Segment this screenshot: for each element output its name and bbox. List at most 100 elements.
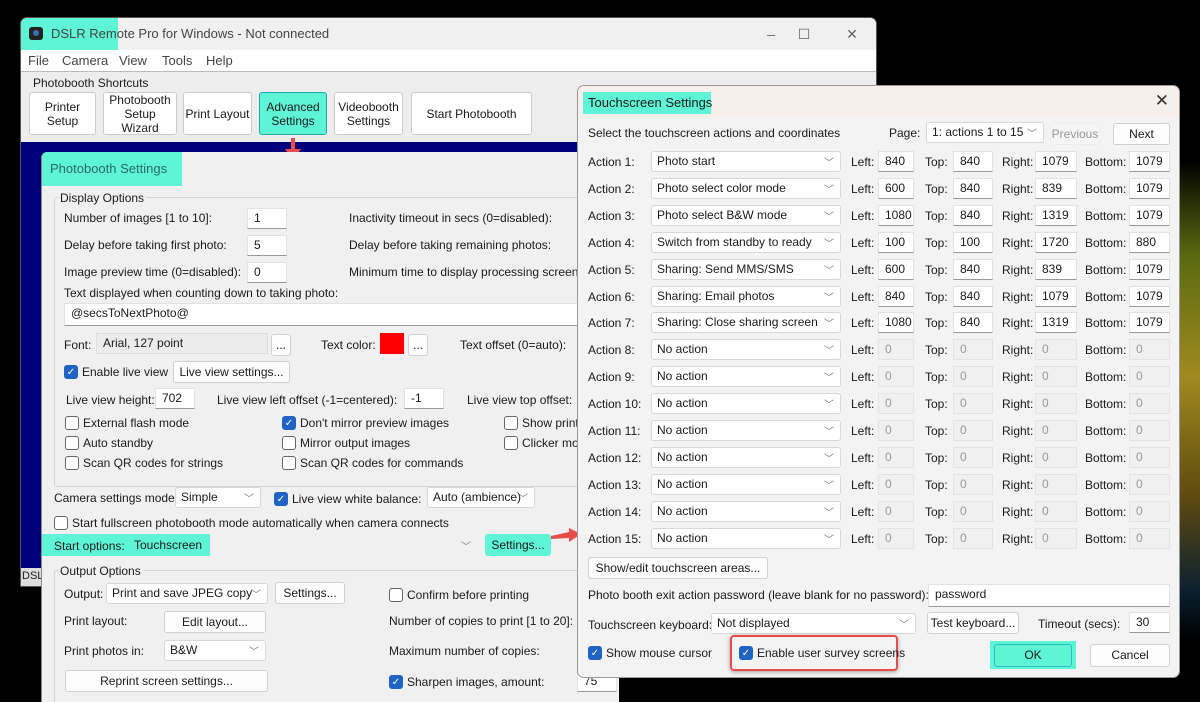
action-dropdown[interactable]: No action ﹀ xyxy=(651,473,841,495)
output-settings-button[interactable]: Settings... xyxy=(275,582,345,604)
start-photobooth-button[interactable]: Start Photobooth xyxy=(411,92,532,135)
left-input[interactable]: 0 xyxy=(878,339,914,361)
bottom-input[interactable]: 1079 xyxy=(1129,258,1170,280)
live-view-settings-button[interactable]: Live view settings... xyxy=(173,361,290,383)
camera-settings-mode-dropdown[interactable]: Simple ﹀ xyxy=(175,487,261,508)
action-dropdown[interactable]: Sharing: Email photos ﹀ xyxy=(651,285,841,307)
bottom-input[interactable]: 0 xyxy=(1129,446,1170,468)
action-dropdown[interactable]: Photo select color mode ﹀ xyxy=(651,177,841,199)
previous-button[interactable]: Previous xyxy=(1050,123,1100,145)
right-input[interactable]: 1079 xyxy=(1035,151,1077,172)
output-dropdown[interactable]: Print and save JPEG copy ﹀ xyxy=(106,583,268,604)
action-dropdown[interactable]: Photo start ﹀ xyxy=(651,151,841,172)
bottom-input[interactable]: 0 xyxy=(1129,420,1170,441)
top-input[interactable]: 0 xyxy=(953,527,993,549)
menu-view[interactable]: View xyxy=(119,53,147,68)
bottom-input[interactable]: 0 xyxy=(1129,339,1170,361)
bottom-input[interactable]: 0 xyxy=(1129,366,1170,388)
left-input[interactable]: 0 xyxy=(878,527,914,549)
page-dropdown[interactable]: 1: actions 1 to 15 ﹀ xyxy=(926,122,1044,143)
top-input[interactable]: 0 xyxy=(953,339,993,361)
bottom-input[interactable]: 1079 xyxy=(1129,177,1170,199)
right-input[interactable]: 839 xyxy=(1035,177,1077,199)
top-input[interactable]: 100 xyxy=(953,231,993,253)
dont-mirror-preview-checkbox[interactable]: ✓ Don't mirror preview images xyxy=(282,416,449,430)
right-input[interactable]: 0 xyxy=(1035,446,1077,468)
start-options-dropdown[interactable]: Touchscreen ﹀ xyxy=(128,535,478,556)
bottom-input[interactable]: 880 xyxy=(1129,231,1170,253)
confirm-printing-checkbox[interactable]: Confirm before printing xyxy=(389,588,529,602)
print-photos-dropdown[interactable]: B&W ﹀ xyxy=(164,640,266,661)
top-input[interactable]: 0 xyxy=(953,366,993,388)
action-dropdown[interactable]: No action ﹀ xyxy=(651,420,841,441)
clicker-mode-checkbox[interactable]: Clicker mod xyxy=(504,436,585,450)
top-input[interactable]: 840 xyxy=(953,204,993,226)
bottom-input[interactable]: 1079 xyxy=(1129,312,1170,334)
right-input[interactable]: 1319 xyxy=(1035,312,1077,334)
left-input[interactable]: 1080 xyxy=(878,312,914,334)
right-input[interactable]: 0 xyxy=(1035,473,1077,495)
sharpen-images-checkbox[interactable]: ✓ Sharpen images, amount: xyxy=(389,675,544,689)
action-dropdown[interactable]: No action ﹀ xyxy=(651,393,841,415)
left-input[interactable]: 600 xyxy=(878,177,914,199)
bottom-input[interactable]: 0 xyxy=(1129,527,1170,549)
password-input[interactable]: password xyxy=(928,584,1170,607)
action-dropdown[interactable]: No action ﹀ xyxy=(651,366,841,388)
menu-file[interactable]: File xyxy=(28,53,49,68)
test-keyboard-button[interactable]: Test keyboard... xyxy=(927,612,1019,634)
action-dropdown[interactable]: Photo select B&W mode ﹀ xyxy=(651,204,841,226)
live-view-left-input[interactable]: -1 xyxy=(404,388,444,409)
videobooth-settings-button[interactable]: Videobooth Settings xyxy=(334,92,403,135)
mirror-output-checkbox[interactable]: Mirror output images xyxy=(282,436,410,450)
text-color-swatch[interactable] xyxy=(380,333,404,354)
left-input[interactable]: 840 xyxy=(878,285,914,307)
bottom-input[interactable]: 0 xyxy=(1129,473,1170,495)
left-input[interactable]: 0 xyxy=(878,473,914,495)
left-input[interactable]: 0 xyxy=(878,366,914,388)
action-dropdown[interactable]: Switch from standby to ready ﹀ xyxy=(651,231,841,253)
color-picker-button[interactable]: ... xyxy=(408,334,428,356)
minimize-button[interactable]: – xyxy=(756,24,786,44)
bottom-input[interactable]: 0 xyxy=(1129,393,1170,415)
bottom-input[interactable]: 0 xyxy=(1129,500,1170,522)
action-dropdown[interactable]: No action ﹀ xyxy=(651,446,841,468)
top-input[interactable]: 0 xyxy=(953,500,993,522)
reprint-screen-settings-button[interactable]: Reprint screen settings... xyxy=(65,670,268,692)
right-input[interactable]: 839 xyxy=(1035,258,1077,280)
printer-setup-button[interactable]: Printer Setup xyxy=(29,92,96,135)
top-input[interactable]: 840 xyxy=(953,177,993,199)
top-input[interactable]: 840 xyxy=(953,285,993,307)
left-input[interactable]: 100 xyxy=(878,231,914,253)
start-fullscreen-checkbox[interactable]: Start fullscreen photobooth mode automat… xyxy=(54,516,449,530)
next-button[interactable]: Next xyxy=(1113,123,1170,145)
countdown-text-input[interactable]: @secsToNextPhoto@ xyxy=(64,303,619,326)
live-view-wb-dropdown[interactable]: Auto (ambience) ﹀ xyxy=(427,487,535,508)
right-input[interactable]: 0 xyxy=(1035,500,1077,522)
enable-live-view-checkbox[interactable]: ✓ Enable live view xyxy=(64,365,168,379)
auto-standby-checkbox[interactable]: Auto standby xyxy=(65,436,153,450)
ok-button[interactable]: OK xyxy=(994,644,1072,667)
close-button[interactable]: ✕ xyxy=(837,24,867,44)
live-view-wb-checkbox[interactable]: ✓ Live view white balance: xyxy=(274,492,421,506)
cancel-button[interactable]: Cancel xyxy=(1090,644,1170,667)
close-icon[interactable]: ✕ xyxy=(1155,91,1169,111)
top-input[interactable]: 840 xyxy=(953,258,993,280)
left-input[interactable]: 0 xyxy=(878,393,914,415)
right-input[interactable]: 0 xyxy=(1035,527,1077,549)
right-input[interactable]: 1319 xyxy=(1035,204,1077,226)
top-input[interactable]: 0 xyxy=(953,473,993,495)
left-input[interactable]: 1080 xyxy=(878,204,914,226)
top-input[interactable]: 840 xyxy=(953,151,993,172)
start-options-settings-button[interactable]: Settings... xyxy=(485,534,551,556)
left-input[interactable]: 840 xyxy=(878,151,914,172)
bottom-input[interactable]: 1079 xyxy=(1129,285,1170,307)
action-dropdown[interactable]: No action ﹀ xyxy=(651,500,841,522)
show-edit-touchscreen-areas-button[interactable]: Show/edit touchscreen areas... xyxy=(588,557,768,579)
right-input[interactable]: 0 xyxy=(1035,393,1077,415)
preview-time-input[interactable]: 0 xyxy=(247,262,287,283)
top-input[interactable]: 0 xyxy=(953,420,993,441)
right-input[interactable]: 1079 xyxy=(1035,285,1077,307)
bottom-input[interactable]: 1079 xyxy=(1129,204,1170,226)
menu-tools[interactable]: Tools xyxy=(162,53,192,68)
top-input[interactable]: 0 xyxy=(953,446,993,468)
